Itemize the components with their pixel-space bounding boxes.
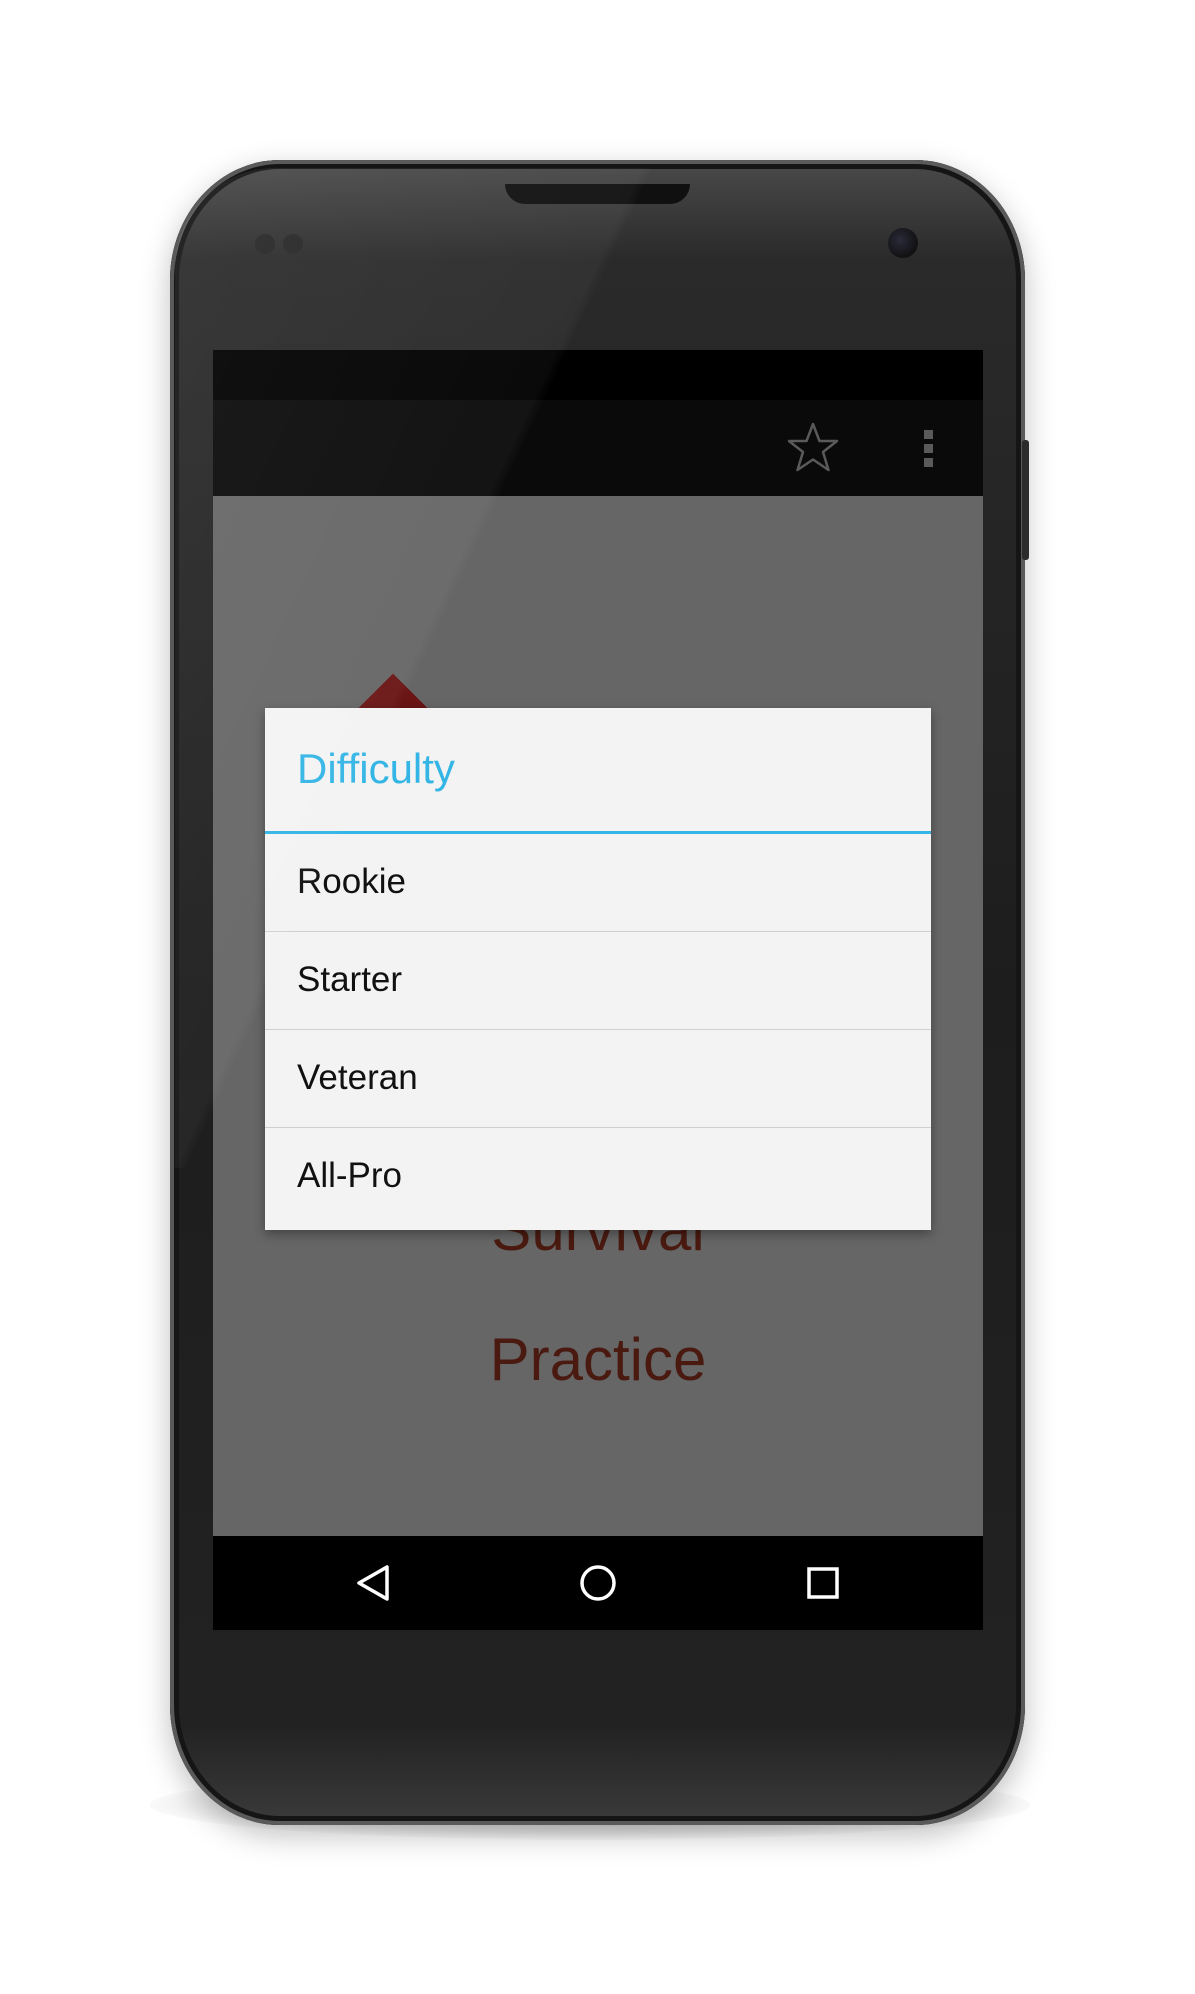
phone-screen: Survival Practice Difficulty Rookie Star… xyxy=(213,350,983,1630)
earpiece-speaker xyxy=(505,184,690,204)
difficulty-list: Rookie Starter Veteran All-Pro xyxy=(265,834,931,1226)
recent-apps-square-icon[interactable] xyxy=(793,1553,853,1613)
option-label: All-Pro xyxy=(297,1156,403,1195)
proximity-sensors xyxy=(255,234,315,254)
navigation-bar xyxy=(213,1536,983,1630)
difficulty-option-veteran[interactable]: Veteran xyxy=(265,1030,931,1128)
dialog-title: Difficulty xyxy=(297,745,455,792)
back-triangle-icon[interactable] xyxy=(343,1553,403,1613)
difficulty-dialog: Difficulty Rookie Starter Veteran All-Pr… xyxy=(265,708,931,1230)
front-camera xyxy=(888,228,918,258)
difficulty-option-all-pro[interactable]: All-Pro xyxy=(265,1128,931,1226)
option-label: Veteran xyxy=(297,1058,418,1097)
option-label: Rookie xyxy=(297,862,406,901)
device-mockup: Survival Practice Difficulty Rookie Star… xyxy=(0,0,1195,1994)
difficulty-option-starter[interactable]: Starter xyxy=(265,932,931,1030)
difficulty-option-rookie[interactable]: Rookie xyxy=(265,834,931,932)
power-button xyxy=(1022,440,1029,560)
option-label: Starter xyxy=(297,960,403,999)
home-circle-icon[interactable] xyxy=(568,1553,628,1613)
dialog-title-bar: Difficulty xyxy=(265,708,931,834)
